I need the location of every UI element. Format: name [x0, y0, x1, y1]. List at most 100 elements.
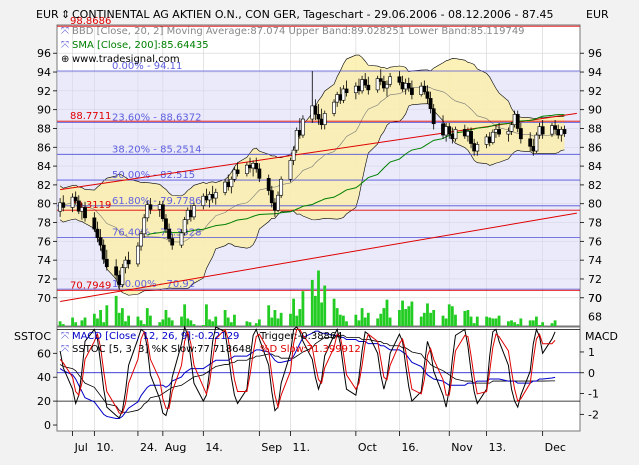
candle-body	[101, 244, 106, 260]
price-tick-label-left: 74	[37, 254, 51, 267]
candle-body	[472, 143, 477, 152]
candle-body	[425, 91, 430, 99]
fibonacci-label: 38.20% - 85.2514	[112, 144, 201, 155]
volume-tick-label-right: 68	[588, 311, 602, 324]
volume-bar	[345, 321, 348, 326]
price-tick-label-left: 92	[37, 85, 51, 98]
candle-body	[76, 200, 81, 212]
volume-bar	[419, 316, 423, 326]
volume-bar	[491, 318, 495, 326]
candle-body	[453, 129, 458, 140]
fibonacci-label: 61.80% - 79.7786	[112, 196, 201, 207]
volume-bar	[254, 323, 258, 326]
candle-body	[297, 130, 302, 136]
price-tick-label-left: 72	[37, 273, 51, 286]
volume-bar	[469, 316, 473, 326]
candle-body	[341, 88, 346, 101]
volume-bar	[273, 310, 277, 326]
macd-tick-label: 1	[588, 346, 595, 359]
candle-body	[469, 130, 473, 144]
candle-body	[515, 114, 520, 129]
sma-legend-icon: ⤧	[61, 40, 69, 51]
volume-bar	[245, 321, 249, 326]
candle-body	[92, 217, 97, 230]
volume-bar	[422, 312, 426, 326]
volume-bar	[71, 317, 74, 326]
candle-body	[534, 134, 539, 152]
candle-body	[73, 196, 78, 202]
candle-body	[509, 124, 514, 132]
candle-body	[70, 196, 75, 208]
candle-body	[185, 210, 190, 221]
candle-body	[338, 94, 343, 101]
ssto-tick-label: 0	[44, 419, 51, 432]
ssto-legend: SSTOC [5, 3, 3] %K Slow:77.718648	[72, 344, 251, 355]
volume-bar	[270, 317, 274, 326]
price-tick-label-right: 88	[588, 122, 602, 135]
volume-bar	[310, 279, 314, 326]
volume-bar	[426, 303, 429, 326]
candle-body	[244, 164, 249, 174]
candle-body	[441, 123, 445, 136]
volume-bar	[289, 313, 292, 326]
volume-bar	[385, 299, 389, 326]
candle-body	[494, 129, 498, 133]
volume-bar	[488, 317, 492, 326]
candle-body	[422, 85, 427, 93]
candle-body	[462, 129, 467, 137]
candle-body	[419, 85, 424, 95]
candle-body	[431, 108, 436, 125]
volume-bar	[161, 319, 165, 326]
volume-bar	[338, 314, 342, 326]
candle-body	[232, 169, 237, 180]
candle-body	[553, 125, 557, 130]
volume-bar	[267, 305, 271, 326]
candle-body	[266, 178, 271, 191]
volume-bar	[444, 318, 448, 326]
candle-body	[353, 85, 358, 94]
trigger-legend: Trigger:-0.38864	[259, 331, 343, 342]
candle-body	[363, 79, 368, 86]
volume-bar	[186, 318, 190, 326]
candle-body	[235, 169, 240, 174]
candle-body	[164, 218, 168, 230]
candle-body	[83, 207, 87, 219]
volume-bar	[516, 324, 520, 326]
candle-body	[95, 228, 100, 238]
candle-body	[466, 130, 470, 137]
volume-bar	[136, 316, 140, 326]
candle-body	[475, 144, 480, 152]
candle-body	[428, 98, 433, 110]
candle-body	[531, 146, 536, 152]
volume-bar	[323, 285, 327, 326]
candle-body	[248, 164, 252, 169]
macd-legend: MACD [Close, 12, 26, 9]:-0.22129	[72, 331, 239, 342]
sma-legend: SMA [Close, 200]:85.64435	[72, 40, 209, 51]
volume-bar	[114, 295, 118, 326]
chart-canvas: 0.00% - 94.1123.60% - 88.637238.20% - 85…	[0, 0, 639, 465]
fibonacci-label: 23.60% - 88.6372	[112, 112, 201, 123]
candle-body	[450, 133, 455, 140]
volume-bar	[519, 318, 523, 326]
x-tick-label: 16.	[401, 441, 419, 454]
candle-body	[335, 94, 340, 103]
volume-bar	[226, 317, 230, 326]
volume-bar	[497, 315, 501, 326]
candle-body	[117, 274, 122, 285]
candle-body	[145, 204, 150, 219]
price-tick-label-left: 84	[37, 160, 51, 173]
candle-body	[192, 205, 196, 218]
volume-bar	[189, 320, 193, 326]
candle-body	[210, 194, 215, 199]
price-right-unit: EUR	[586, 8, 609, 21]
x-tick-label: Sep	[261, 441, 282, 454]
x-tick-label: Oct	[358, 441, 378, 454]
candle-body	[160, 204, 165, 220]
volume-bar	[233, 314, 236, 326]
candle-body	[288, 160, 293, 180]
horizontal-line-label: 79.3119	[70, 200, 111, 211]
candle-body	[375, 78, 380, 91]
candle-body	[316, 114, 321, 120]
volume-bar	[145, 308, 149, 326]
candle-body	[540, 126, 545, 135]
